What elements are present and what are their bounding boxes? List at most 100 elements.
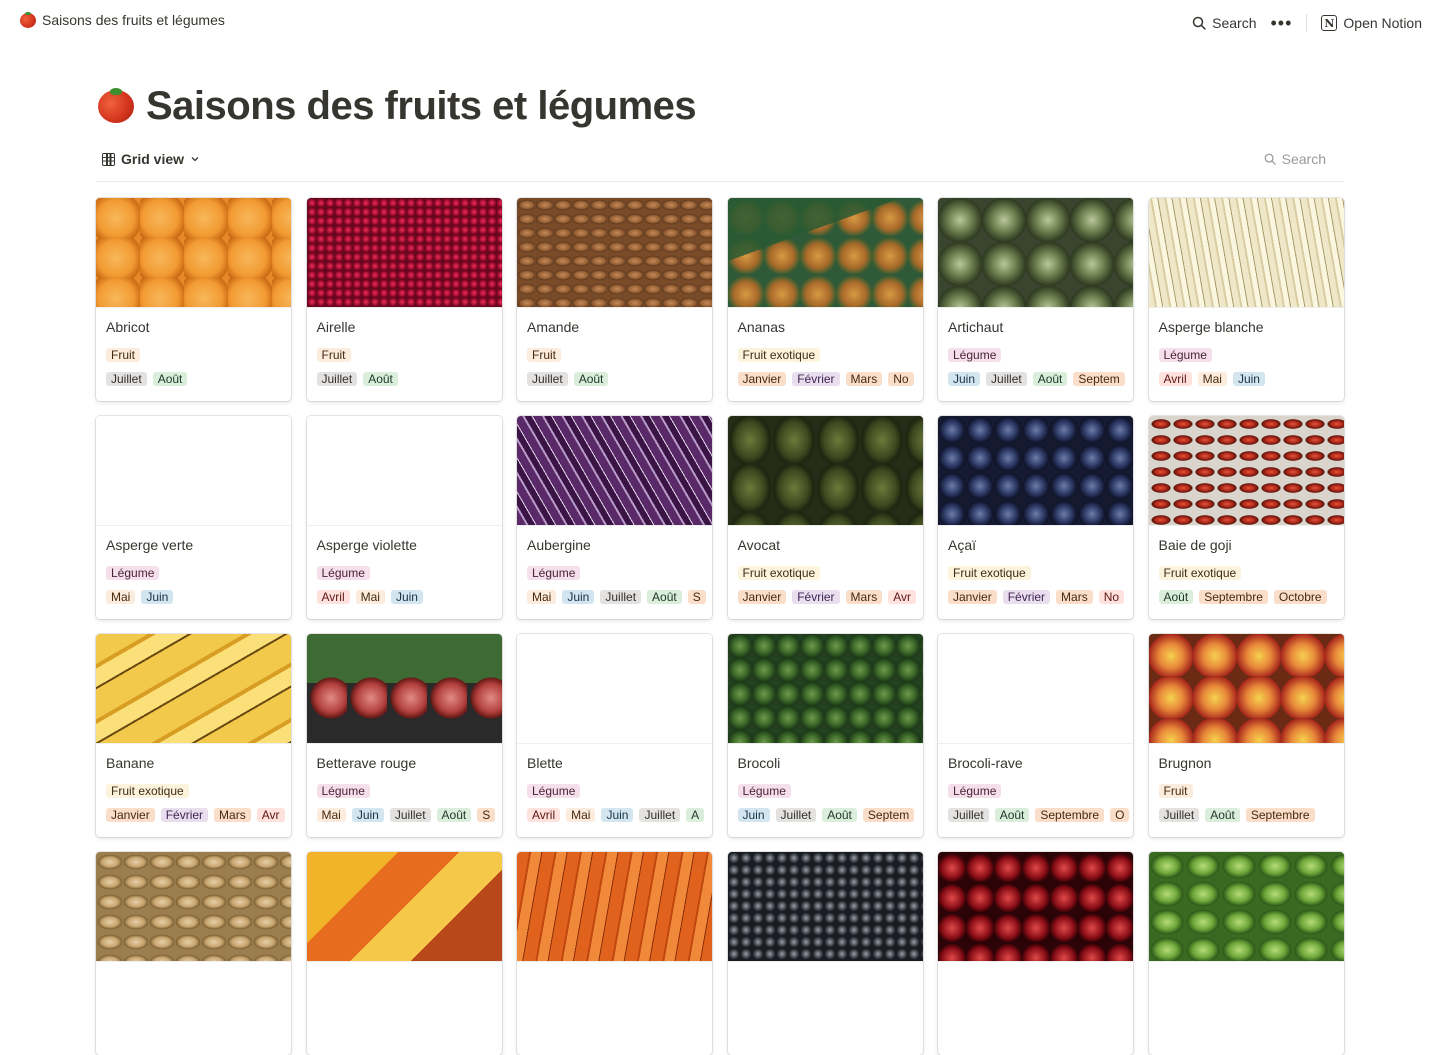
breadcrumb-title: Saisons des fruits et légumes [42,12,225,28]
card-cover-image [306,416,502,526]
card-cover-image [1148,416,1344,526]
month-tag: Mai [566,808,596,822]
gallery-card[interactable]: Betterave rouge Légume Mai Juin Juillet Août S [306,634,502,837]
gallery-card[interactable] [306,852,502,1055]
card-cover-image [306,198,502,308]
card-cover-image [938,852,1133,962]
month-tag: Février [160,808,209,822]
month-tag: Mars [1056,590,1093,604]
card-title [1149,962,1344,991]
type-tags: Légume [728,784,923,798]
type-tags: Légume [307,566,502,580]
gallery-card[interactable]: Artichaut Légume Juin Juillet Août Septem [938,198,1133,401]
month-tag: Juin [737,808,770,822]
month-tags: Juillet Août [96,372,291,386]
card-cover-image [1148,634,1344,744]
month-tag: Janvier [106,808,155,822]
type-tag: Légume [948,348,1002,362]
gallery-card[interactable]: Brocoli Légume Juin Juillet Août Septem [727,634,923,837]
month-tag: Mars [845,372,883,386]
month-tag: Août [436,808,472,822]
more-options-icon[interactable]: ••• [1270,14,1292,32]
gallery-card[interactable]: Asperge violette Légume Avril Mai Juin [306,416,502,619]
card-cover-image [517,852,712,962]
month-tag: Juillet [106,372,147,386]
month-tag: Mai [316,808,346,822]
gallery-card[interactable]: Açaï Fruit exotique Janvier Février Mars No [938,416,1133,619]
month-tag: Mars [845,590,883,604]
gallery-card[interactable] [727,852,923,1055]
type-tags: Fruit exotique [96,784,291,798]
search-button[interactable]: Search [1192,15,1256,31]
card-title: Blette [527,755,563,771]
month-tags: Avril Mai Juin [307,590,502,604]
breadcrumb[interactable]: Saisons des fruits et légumes [20,11,225,28]
type-tags: Fruit [1149,784,1344,798]
month-tag: Avril [527,808,561,822]
month-tag: Septembre [1035,808,1105,822]
divider [1306,14,1308,32]
gallery-card[interactable]: Ananas Fruit exotique Janvier Février Mars No [727,198,923,401]
card-title: Amande [527,319,580,335]
card-cover-image [96,634,291,744]
month-tag: Juillet [316,372,358,386]
gallery-card[interactable]: Airelle Fruit Juillet Août [306,198,502,401]
card-title: Avocat [737,537,781,553]
gallery-card[interactable]: Aubergine Légume Mai Juin Juillet Août S [517,416,712,619]
card-title: Açaï [948,537,977,553]
month-tag: Août [152,372,188,386]
month-tags: Avril Mai Juin [1149,372,1344,386]
card-cover-image [517,198,712,308]
month-tag: Janvier [737,590,787,604]
month-tag: No [1098,590,1125,604]
card-title: Brugnon [1158,755,1212,771]
gallery-card[interactable]: Abricot Fruit Juillet Août [96,198,291,401]
month-tag: Juillet [527,372,568,386]
type-tags: Fruit [517,348,712,362]
month-tags: Janvier Février Mars Avr [96,808,291,822]
month-tag: Septem [862,808,915,822]
card-cover-image [96,852,291,962]
month-tag: Juin [1232,372,1265,386]
gallery-card[interactable]: Amande Fruit Juillet Août [517,198,712,401]
card-title [307,962,502,991]
view-label: Grid view [121,151,185,167]
chevron-down-icon [191,157,199,162]
gallery-card[interactable]: Banane Fruit exotique Janvier Février Mars Av… [96,634,291,837]
gallery-card[interactable]: Brocoli-rave Légume Juillet Août Septembre O [938,634,1133,837]
month-tag: S [477,808,496,822]
card-title: Airelle [316,319,356,335]
type-tag: Légume [316,566,370,580]
database-search[interactable]: Search [1264,151,1326,167]
gallery-card[interactable] [1148,852,1344,1055]
month-tags: Janvier Février Mars Avr [728,590,923,604]
open-notion-button[interactable]: N Open Notion [1321,15,1422,31]
month-tag: Juillet [775,808,817,822]
card-title: Betterave rouge [316,755,417,771]
month-tag: Mai [527,590,557,604]
gallery-card[interactable]: Asperge blanche Légume Avril Mai Juin [1148,198,1344,401]
gallery-card[interactable]: Avocat Fruit exotique Janvier Février Mars Av… [727,416,923,619]
card-cover-image [727,634,923,744]
card-cover-image [1148,852,1344,962]
card-title [938,962,1133,991]
search-icon [1192,16,1206,30]
gallery-card[interactable] [96,852,291,1055]
gallery-card[interactable] [517,852,712,1055]
type-tags: Légume [517,784,712,798]
month-tag: O [1110,808,1130,822]
gallery-card[interactable]: Baie de goji Fruit exotique Août Septembre O… [1148,416,1344,619]
month-tag: Juin [390,590,423,604]
month-tag: Juin [948,372,981,386]
gallery-card[interactable] [938,852,1133,1055]
gallery-card[interactable]: Blette Légume Avril Mai Juin Juillet A [517,634,712,837]
card-cover-image [1148,198,1344,308]
month-tags: Mai Juin Juillet Août S [307,808,502,822]
search-icon [1264,153,1276,165]
gallery-card[interactable]: Brugnon Fruit Juillet Août Septembre [1148,634,1344,837]
gallery-card[interactable]: Asperge verte Légume Mai Juin [96,416,291,619]
type-tag: Fruit [527,348,561,362]
grid-view-selector[interactable]: Grid view [102,151,200,167]
type-tag: Légume [106,566,160,580]
card-title: Aubergine [527,537,591,553]
